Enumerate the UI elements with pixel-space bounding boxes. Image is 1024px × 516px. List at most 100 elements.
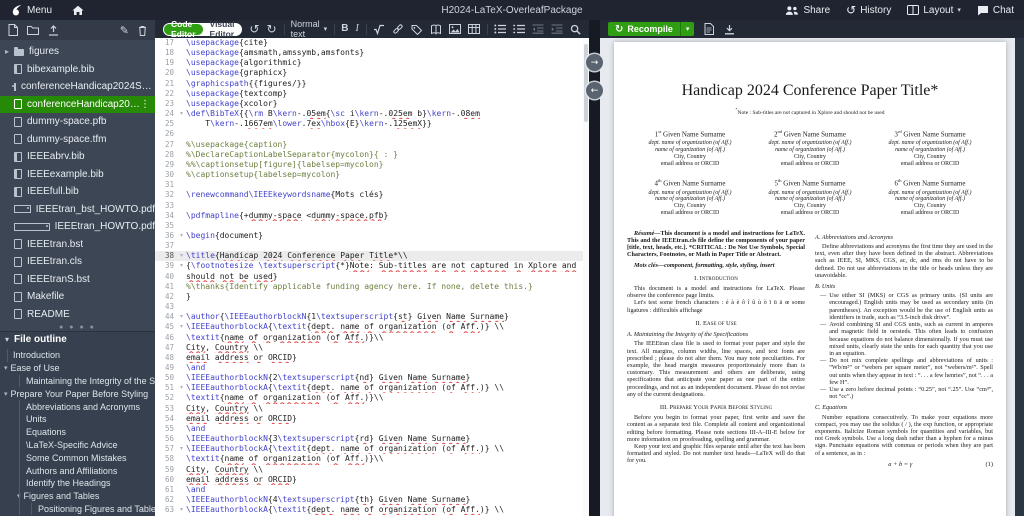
outline-item[interactable]: Units <box>0 412 155 426</box>
outline-item[interactable]: ▾ Figures and Tables <box>0 489 155 503</box>
code-line[interactable]: 49 \and <box>155 363 589 373</box>
decrease-indent-button[interactable] <box>532 24 544 34</box>
kebab-menu-icon[interactable]: ⋮ <box>140 99 155 110</box>
chat-button[interactable]: Chat <box>977 5 1014 16</box>
insert-math-button[interactable] <box>373 24 385 35</box>
insert-link-button[interactable] <box>392 23 404 35</box>
code-line[interactable]: 45 ▾ \IEEEauthorblockA{\textit{dept. name … <box>155 322 589 332</box>
file-item[interactable]: IEEEtranS.bst <box>0 271 155 289</box>
upload-button[interactable] <box>48 24 59 36</box>
code-line[interactable]: 21 \graphicspath{{figures/}} <box>155 79 589 89</box>
pdf-scrollbar[interactable] <box>1015 38 1024 516</box>
file-item[interactable]: IEEEfull.bib <box>0 183 155 201</box>
code-line[interactable]: 35 <box>155 221 589 231</box>
numbered-list-button[interactable] <box>513 24 525 34</box>
bullet-list-button[interactable] <box>494 24 506 34</box>
code-line[interactable]: 54 email address or ORCID} <box>155 414 589 424</box>
code-line[interactable]: 34 \pdfmapline{+dummy-space <dummy-space.… <box>155 211 589 221</box>
code-line[interactable]: 22 \usepackage{textcomp} <box>155 89 589 99</box>
undo-button[interactable]: ↺ <box>249 23 259 35</box>
code-line[interactable]: 42} <box>155 292 589 302</box>
visual-editor-toggle[interactable]: Visual Editor <box>203 19 242 39</box>
outline-item[interactable]: Maintaining the Integrity of the Spe... <box>0 374 155 388</box>
italic-button[interactable]: I <box>355 24 358 34</box>
recompile-options-button[interactable]: ▾ <box>679 22 695 36</box>
layout-button[interactable]: Layout ▾ <box>907 5 961 16</box>
code-line[interactable]: 17 \usepackage{cite} <box>155 38 589 48</box>
code-line[interactable]: 18 \usepackage{amsmath,amssymb,amsfonts} <box>155 48 589 58</box>
rename-button[interactable]: ✎ <box>120 24 129 37</box>
expand-pdf-button[interactable]: ← <box>586 82 603 99</box>
file-item[interactable]: IEEEtran_HOWTO.pdf <box>0 218 155 236</box>
increase-indent-button[interactable] <box>551 24 563 34</box>
outline-item[interactable]: Introduction <box>0 349 155 362</box>
code-line[interactable]: 20 \usepackage{graphicx} <box>155 68 589 78</box>
file-item[interactable]: README <box>0 306 155 324</box>
code-line[interactable]: 41 %\thanks{Identify applicable funding a… <box>155 282 589 292</box>
code-line[interactable]: 31 <box>155 180 589 190</box>
code-line[interactable]: 27 %\usepackage{caption} <box>155 140 589 150</box>
code-line[interactable]: 59 City, Country \\ <box>155 465 589 475</box>
code-line[interactable]: 56 \IEEEauthorblockN{3\textsuperscript{rd… <box>155 434 589 444</box>
code-line[interactable]: 29 %%\captionsetup[figure]{labelsep=mycol… <box>155 160 589 170</box>
code-line[interactable]: 53 City, Country \\ <box>155 404 589 414</box>
outline-item[interactable]: ▾ Ease of Use <box>0 362 155 375</box>
fold-marker[interactable]: ▾ <box>177 444 186 454</box>
code-line[interactable]: 50 \IEEEauthorblockN{2\textsuperscript{nd… <box>155 373 589 383</box>
menu-button[interactable]: Menu <box>10 4 52 17</box>
insert-citation-button[interactable] <box>430 24 442 35</box>
insert-figure-button[interactable] <box>448 24 461 34</box>
history-button[interactable]: ↺ History <box>846 3 891 17</box>
outline-item[interactable]: Identify the Headings <box>0 476 155 490</box>
download-pdf-button[interactable] <box>724 24 735 35</box>
pdf-viewer[interactable]: Handicap 2024 Conference Paper Title* *N… <box>600 38 1024 516</box>
new-file-button[interactable] <box>8 24 18 36</box>
fold-marker[interactable]: ▾ <box>177 109 186 119</box>
code-line[interactable]: 32 \renewcommand\IEEEkeywordsname{Mots cl… <box>155 190 589 200</box>
code-line[interactable]: 57 ▾ \IEEEauthorblockA{\textit{dept. name … <box>155 444 589 454</box>
file-item[interactable]: dummy-space.tfm <box>0 131 155 149</box>
code-line[interactable]: 24 ▾ \def\BibTeX{{\rm B\kern-.05em{\sc i\k… <box>155 109 589 119</box>
file-item[interactable]: IEEEabrv.bib <box>0 148 155 166</box>
outline-item[interactable]: Some Common Mistakes <box>0 451 155 464</box>
code-line[interactable]: 26 <box>155 129 589 139</box>
file-item[interactable]: IEEEexample.bib <box>0 166 155 184</box>
recompile-button[interactable]: ↻ Recompile <box>608 22 680 36</box>
code-line[interactable]: 40 should not be used} <box>155 272 589 282</box>
compile-log-button[interactable] <box>704 23 715 35</box>
insert-table-button[interactable] <box>467 24 480 34</box>
redo-button[interactable]: ↻ <box>267 23 277 35</box>
pane-divider[interactable]: → ← <box>586 20 603 516</box>
code-line[interactable]: 30 %\captionsetup{labelsep=mycolon} <box>155 170 589 180</box>
code-line[interactable]: 55 \and <box>155 424 589 434</box>
code-line[interactable]: 44 ▾ \author{\IEEEauthorblockN{1\textsuper… <box>155 312 589 322</box>
code-line[interactable]: 38 ▾ \title{Handicap 2024 Conference Paper… <box>155 251 589 262</box>
code-line[interactable]: 43 <box>155 302 589 312</box>
file-item[interactable]: conferenceHandicap2024Sam...⋮ <box>0 95 155 113</box>
fold-marker[interactable]: ▾ <box>177 505 186 515</box>
code-line[interactable]: 63 ▾ \IEEEauthorblockA{\textit{dept. name … <box>155 505 589 515</box>
outline-item[interactable]: Positioning Figures and Tables <box>0 502 155 516</box>
code-line[interactable]: 51 ▾ \IEEEauthorblockA{\textit{dept. name … <box>155 383 589 393</box>
fold-marker[interactable]: ▾ <box>177 322 186 332</box>
file-item[interactable]: conferenceHandicap2024Sample.pdf <box>0 78 155 96</box>
code-line[interactable]: 33 <box>155 201 589 211</box>
file-item[interactable]: Makefile <box>0 288 155 306</box>
file-outline-header[interactable]: ▾ File outline <box>0 331 155 347</box>
file-item[interactable]: dummy-space.pfb <box>0 113 155 131</box>
fold-marker[interactable]: ▾ <box>177 261 186 271</box>
code-line[interactable]: 62 \IEEEauthorblockN{4\textsuperscript{th… <box>155 495 589 505</box>
search-button[interactable] <box>570 24 581 35</box>
expand-editor-button[interactable]: → <box>586 54 603 71</box>
new-folder-button[interactable] <box>27 25 39 35</box>
insert-cross-reference-button[interactable] <box>411 24 423 35</box>
code-line[interactable]: 36 ▾ \begin{document} <box>155 231 589 241</box>
code-line[interactable]: 19 \usepackage{algorithmic} <box>155 58 589 68</box>
fold-marker[interactable]: ▾ <box>177 251 186 261</box>
fold-marker[interactable]: ▾ <box>177 383 186 393</box>
file-item[interactable]: IEEEtran.cls <box>0 253 155 271</box>
file-item[interactable]: bibexample.bib <box>0 61 155 79</box>
fold-marker[interactable]: ▾ <box>177 312 186 322</box>
share-button[interactable]: Share <box>785 5 830 16</box>
outline-item[interactable]: ▾ Prepare Your Paper Before Styling <box>0 387 155 400</box>
